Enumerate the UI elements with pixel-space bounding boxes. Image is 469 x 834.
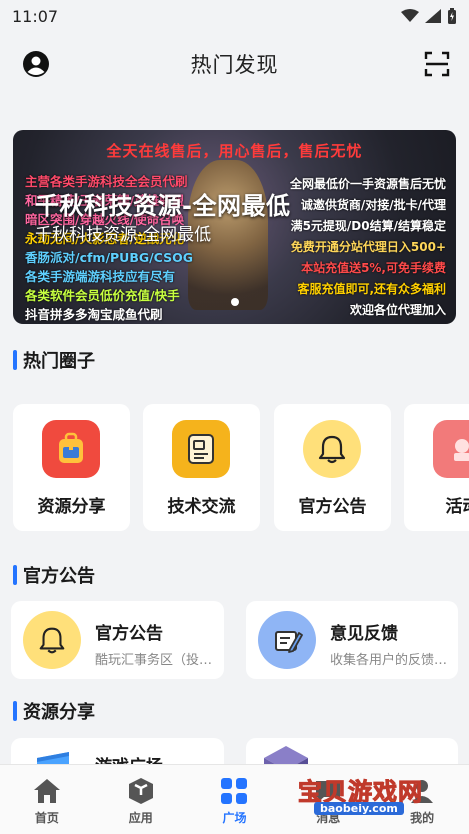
wifi-icon xyxy=(401,9,419,22)
banner-left-line: 抖音拼多多淘宝咸鱼代刷 xyxy=(25,307,163,322)
scan-button[interactable] xyxy=(423,50,451,78)
signal-icon xyxy=(425,9,441,23)
banner-right-line: 免费开通分站代理日入500+ xyxy=(290,240,446,254)
section-heading: 资源分享 xyxy=(23,702,95,723)
cube-icon xyxy=(127,777,155,805)
carousel-indicator xyxy=(13,298,456,306)
banner-right-line: 客服充值即可,还有众多福利 xyxy=(297,282,446,296)
section-heading: 官方公告 xyxy=(23,566,95,587)
status-icons xyxy=(401,8,457,24)
status-time: 11:07 xyxy=(12,6,59,26)
section-announcements: 官方公告 xyxy=(13,563,95,587)
nav-label: 应用 xyxy=(128,811,153,825)
circle-label: 技术交流 xyxy=(167,497,236,517)
nav-label: 广场 xyxy=(222,811,247,825)
announcement-title: 官方公告 xyxy=(95,624,163,644)
banner-left-line: 各类手游端游科技应有尽有 xyxy=(25,269,176,284)
grid-icon xyxy=(220,777,248,805)
feedback-subtitle: 收集各用户的反馈… xyxy=(330,653,448,668)
circle-card-tech-exchange[interactable]: 技术交流 xyxy=(143,404,260,531)
nav-plaza[interactable]: 广场 xyxy=(188,765,282,834)
section-hot-circles: 热门圈子 xyxy=(13,348,95,372)
circle-card-official-notice[interactable]: 官方公告 xyxy=(274,404,391,531)
feedback-title: 意见反馈 xyxy=(330,624,398,644)
banner-top-line: 全天在线售后，用心售后，售后无忧 xyxy=(106,142,363,160)
circle-card-activity[interactable]: 活动 xyxy=(404,404,469,531)
nav-apps[interactable]: 应用 xyxy=(94,765,188,834)
circle-label: 活动 xyxy=(445,497,469,517)
bell-icon xyxy=(23,611,81,669)
banner-subtitle: 千秋科技资源-全网最低 xyxy=(35,225,212,245)
feedback-card[interactable]: 意见反馈 收集各用户的反馈… xyxy=(246,601,458,679)
watermark-url: baobeiy.com xyxy=(314,802,404,815)
section-heading: 热门圈子 xyxy=(23,351,95,372)
carousel-dot[interactable] xyxy=(230,298,239,306)
banner-left-line: 香肠派对/cfm/PUBG/CSOG xyxy=(25,250,193,265)
circle-card-resource-share[interactable]: 资源分享 xyxy=(13,404,130,531)
announcement-card[interactable]: 官方公告 酷玩汇事务区（投… xyxy=(11,601,224,679)
promo-banner[interactable]: 全天在线售后，用心售后，售后无忧 主营各类手游科技全会员代刷 和平精英/王者荣耀… xyxy=(13,130,456,324)
top-app-bar: 热门发现 xyxy=(0,40,469,88)
nav-home[interactable]: 首页 xyxy=(0,765,94,834)
feedback-icon xyxy=(258,611,316,669)
section-accent-bar xyxy=(13,350,17,370)
banner-title: 千秋科技资源-全网最低 xyxy=(35,192,291,220)
status-bar: 11:07 xyxy=(0,0,469,32)
account-icon xyxy=(23,51,49,77)
profile-button[interactable] xyxy=(22,50,50,78)
announcement-subtitle: 酷玩汇事务区（投… xyxy=(95,653,213,668)
watermark-logo: 宝贝游戏网 baobeiy.com xyxy=(292,760,438,820)
home-icon xyxy=(33,777,61,805)
circle-carousel[interactable]: 资源分享 技术交流 官方公告 活 xyxy=(13,404,469,532)
scan-icon xyxy=(424,51,450,77)
page-title: 热门发现 xyxy=(190,53,279,77)
backpack-icon xyxy=(42,420,100,478)
circle-label: 资源分享 xyxy=(37,497,106,517)
app-screen: 11:07 热门发现 全天在线售后，用心售后，售后无忧 主营各类手游科技全会员代… xyxy=(0,0,469,834)
section-resources: 资源分享 xyxy=(13,699,95,723)
section-accent-bar xyxy=(13,565,17,585)
gift-icon xyxy=(433,420,469,478)
section-accent-bar xyxy=(13,701,17,721)
document-icon xyxy=(172,420,230,478)
battery-icon xyxy=(448,8,456,24)
banner-right-line: 本站充值送5%,可免手续费 xyxy=(301,261,446,275)
circle-label: 官方公告 xyxy=(298,497,367,517)
bell-icon xyxy=(303,420,361,478)
nav-label: 首页 xyxy=(34,811,59,825)
